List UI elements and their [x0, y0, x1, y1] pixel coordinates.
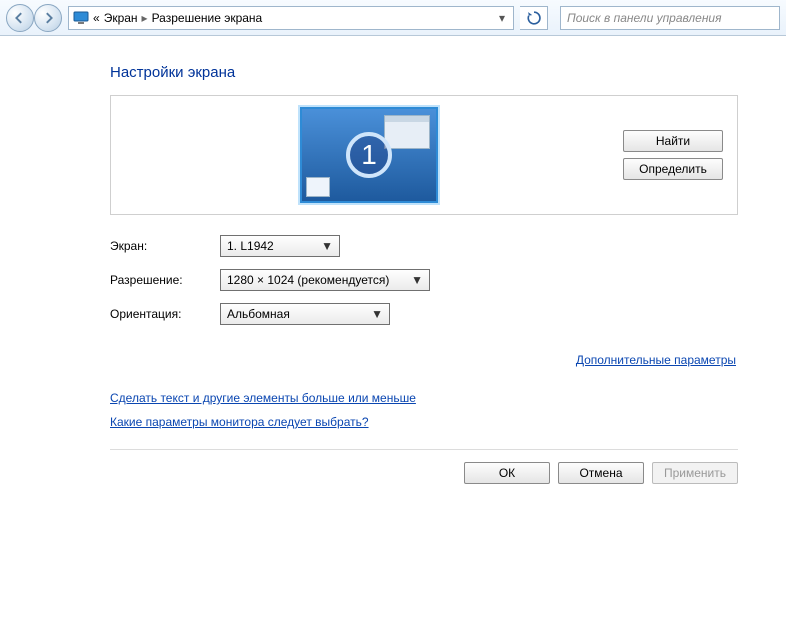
chevron-right-icon: ▸	[142, 11, 148, 25]
find-button[interactable]: Найти	[623, 130, 723, 152]
ok-button[interactable]: ОК	[464, 462, 550, 484]
search-input[interactable]: Поиск в панели управления	[560, 6, 780, 30]
orientation-label: Ориентация:	[110, 307, 220, 321]
breadcrumb-item-screen[interactable]: Экран	[104, 11, 138, 25]
address-dropdown-icon[interactable]: ▾	[495, 11, 509, 25]
preview-side-buttons: Найти Определить	[623, 130, 723, 180]
text-size-link[interactable]: Сделать текст и другие элементы больше и…	[110, 391, 738, 405]
chevron-down-icon: ▼	[371, 307, 383, 321]
taskbar-thumb-icon	[306, 177, 330, 197]
chevron-down-icon: ▼	[411, 273, 423, 287]
nav-buttons	[6, 4, 62, 32]
resolution-label: Разрешение:	[110, 273, 220, 287]
explorer-topbar: « Экран ▸ Разрешение экрана ▾ Поиск в па…	[0, 0, 786, 36]
resolution-dropdown[interactable]: 1280 × 1024 (рекомендуется) ▼	[220, 269, 430, 291]
arrow-right-icon	[42, 12, 54, 24]
monitor-number-badge: 1	[346, 132, 392, 178]
screen-dropdown[interactable]: 1. L1942 ▼	[220, 235, 340, 257]
divider	[110, 449, 738, 450]
which-settings-link[interactable]: Какие параметры монитора следует выбрать…	[110, 415, 738, 429]
identify-button[interactable]: Определить	[623, 158, 723, 180]
chevron-down-icon: ▼	[321, 239, 333, 253]
page-title: Настройки экрана	[110, 64, 738, 81]
content-area: Настройки экрана 1 Найти Определить Экра…	[0, 36, 786, 450]
breadcrumb-item-resolution[interactable]: Разрешение экрана	[152, 11, 263, 25]
arrow-left-icon	[14, 12, 26, 24]
search-placeholder: Поиск в панели управления	[567, 11, 722, 25]
help-links: Сделать текст и другие элементы больше и…	[110, 391, 738, 429]
screen-label: Экран:	[110, 239, 220, 253]
display-preview-center: 1	[125, 107, 613, 203]
back-button[interactable]	[6, 4, 34, 32]
advanced-settings-link[interactable]: Дополнительные параметры	[576, 353, 736, 367]
address-bar[interactable]: « Экран ▸ Разрешение экрана ▾	[68, 6, 514, 30]
footer-buttons: ОК Отмена Применить	[0, 462, 786, 484]
window-thumb-icon	[384, 115, 430, 149]
forward-button[interactable]	[34, 4, 62, 32]
refresh-icon	[527, 11, 541, 25]
cancel-button[interactable]: Отмена	[558, 462, 644, 484]
breadcrumb-root: «	[93, 11, 100, 25]
refresh-button[interactable]	[520, 6, 548, 30]
monitor-1-preview[interactable]: 1	[300, 107, 438, 203]
resolution-value: 1280 × 1024 (рекомендуется)	[227, 273, 389, 287]
apply-button[interactable]: Применить	[652, 462, 738, 484]
screen-value: 1. L1942	[227, 239, 274, 253]
advanced-link-row: Дополнительные параметры	[110, 353, 738, 367]
orientation-dropdown[interactable]: Альбомная ▼	[220, 303, 390, 325]
orientation-value: Альбомная	[227, 307, 290, 321]
monitor-icon	[73, 11, 89, 25]
display-preview-panel: 1 Найти Определить	[110, 95, 738, 215]
settings-form: Экран: 1. L1942 ▼ Разрешение: 1280 × 102…	[110, 235, 738, 325]
